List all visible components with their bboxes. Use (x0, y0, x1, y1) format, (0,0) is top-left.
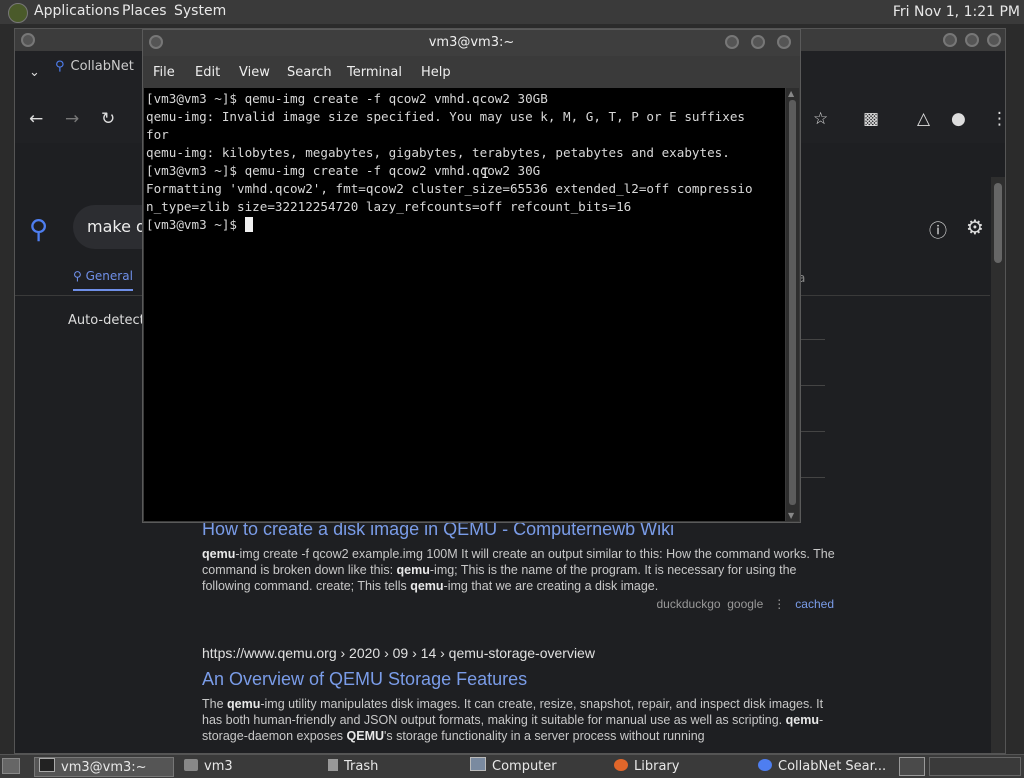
scrollbar-thumb[interactable] (789, 100, 796, 505)
tab-general[interactable]: ⚲ General (73, 269, 133, 291)
folder-icon (184, 759, 198, 771)
text-cursor (244, 217, 253, 232)
terminal-scrollbar[interactable]: ▲ ▼ (786, 88, 799, 521)
terminal-titlebar[interactable]: vm3@vm3:~ (143, 30, 800, 56)
page-scrollbar[interactable] (991, 177, 1005, 753)
menu-system[interactable]: System (174, 3, 226, 19)
bottom-taskbar: vm3@vm3:~ vm3 Trash Computer Library Col… (0, 754, 1024, 778)
terminal-screen[interactable]: [vm3@vm3 ~]$ qemu-img create -f qcow2 vm… (144, 88, 785, 521)
workspace-switcher[interactable] (899, 757, 925, 776)
back-arrow-icon[interactable]: ← (29, 109, 43, 129)
terminal-line: for (146, 127, 169, 142)
gear-icon[interactable]: ⚙ (966, 215, 984, 239)
search-logo-icon: ⚲ (29, 215, 49, 245)
taskbar-item-label: Trash (344, 759, 379, 774)
taskbar-item-library[interactable]: Library (610, 757, 750, 777)
menu-terminal[interactable]: Terminal (347, 65, 402, 80)
forward-arrow-icon[interactable]: → (65, 109, 79, 129)
tab-general-label: General (85, 269, 133, 283)
menu-file[interactable]: File (153, 65, 175, 80)
terminal-line: Formatting 'vmhd.qcow2', fmt=qcow2 clust… (146, 181, 753, 196)
menu-search[interactable]: Search (287, 65, 332, 80)
workspace-switcher-secondary[interactable] (929, 757, 1021, 776)
trash-icon (328, 759, 338, 771)
menu-view[interactable]: View (239, 65, 270, 80)
taskbar-item-label: Library (634, 759, 680, 774)
scrollbar-thumb[interactable] (994, 183, 1002, 263)
firefox-icon (614, 759, 628, 771)
maximize-button[interactable] (965, 33, 979, 47)
chrome-icon (758, 759, 772, 771)
panel-clock[interactable]: Fri Nov 1, 1:21 PM (893, 4, 1020, 20)
result-item: How to create a disk image in QEMU - Com… (202, 519, 842, 594)
menu-places[interactable]: Places (122, 3, 167, 19)
terminal-line: [vm3@vm3 ~]$ qemu-img create -f qcow2 vm… (146, 163, 541, 178)
computer-icon (470, 757, 486, 771)
result-snippet: qemu-img create -f qcow2 example.img 100… (202, 547, 835, 593)
distro-logo-icon[interactable] (8, 3, 28, 23)
terminal-icon (39, 758, 55, 772)
labs-flask-icon[interactable]: △ (917, 109, 930, 129)
browser-tab[interactable]: ⚲ CollabNet (55, 59, 134, 74)
tab-list-chevron-icon[interactable]: ⌄ (29, 65, 40, 80)
engine-google: google (727, 597, 764, 611)
engine-duckduckgo: duckduckgo (656, 597, 721, 611)
terminal-title: vm3@vm3:~ (428, 35, 515, 50)
maximize-button[interactable] (751, 35, 765, 49)
taskbar-item-label: vm3@vm3:~ (61, 760, 147, 775)
search-favicon-icon: ⚲ (55, 59, 65, 74)
taskbar-item-computer[interactable]: Computer (466, 757, 606, 777)
more-menu-icon[interactable]: ⋮ (991, 109, 1008, 129)
taskbar-item-terminal[interactable]: vm3@vm3:~ (34, 757, 174, 777)
reload-icon[interactable]: ↻ (101, 109, 115, 129)
result-url: https://www.qemu.org › 2020 › 09 › 14 › … (202, 645, 595, 661)
meta-separator: ⋮ (773, 597, 786, 611)
info-icon[interactable]: ⓘ (929, 217, 947, 243)
terminal-window: vm3@vm3:~ File Edit View Search Terminal… (142, 29, 801, 523)
taskbar-item-browser[interactable]: CollabNet Sear... (754, 757, 894, 777)
window-menu-button[interactable] (149, 35, 163, 49)
window-menu-button[interactable] (21, 33, 35, 47)
taskbar-item-trash[interactable]: Trash (324, 757, 464, 777)
terminal-line: qemu-img: kilobytes, megabytes, gigabyte… (146, 145, 730, 160)
terminal-line: n_type=zlib size=32212254720 lazy_refcou… (146, 199, 632, 214)
result-snippet: The qemu-img utility manipulates disk im… (202, 697, 824, 743)
terminal-line: qemu-img: Invalid image size specified. … (146, 109, 745, 124)
result-item: https://www.qemu.org › 2020 › 09 › 14 › … (202, 645, 842, 744)
terminal-prompt: [vm3@vm3 ~]$ (146, 217, 245, 232)
terminal-menubar: File Edit View Search Terminal Help (143, 58, 800, 86)
taskbar-item-folder[interactable]: vm3 (180, 757, 320, 777)
extensions-icon[interactable]: ▩ (863, 109, 879, 129)
result-meta: duckduckgo google ⋮ cached (657, 597, 835, 611)
profile-avatar-icon[interactable]: ● (951, 109, 966, 129)
menu-edit[interactable]: Edit (195, 65, 220, 80)
taskbar-item-label: vm3 (204, 759, 233, 774)
cached-link[interactable]: cached (795, 597, 834, 611)
taskbar-item-label: CollabNet Sear... (778, 759, 887, 774)
scroll-down-arrow-icon[interactable]: ▼ (788, 511, 794, 520)
minimize-button[interactable] (725, 35, 739, 49)
terminal-line: [vm3@vm3 ~]$ qemu-img create -f qcow2 vm… (146, 91, 548, 106)
mouse-ibeam-cursor-icon: I (481, 166, 490, 182)
top-panel: Applications Places System Fri Nov 1, 1:… (0, 0, 1024, 24)
close-button[interactable] (987, 33, 1001, 47)
browser-tab-label: CollabNet (70, 59, 134, 74)
scroll-up-arrow-icon[interactable]: ▲ (788, 89, 794, 98)
taskbar-item-label: Computer (492, 759, 557, 774)
close-button[interactable] (777, 35, 791, 49)
terminal-prompt-line: [vm3@vm3 ~]$ (146, 216, 785, 234)
show-desktop-icon[interactable] (2, 758, 20, 774)
minimize-button[interactable] (943, 33, 957, 47)
result-title-link[interactable]: An Overview of QEMU Storage Features (202, 669, 842, 690)
search-small-icon: ⚲ (73, 269, 82, 283)
menu-help[interactable]: Help (421, 65, 451, 80)
menu-applications[interactable]: Applications (34, 3, 120, 19)
bookmark-star-icon[interactable]: ☆ (813, 109, 828, 129)
